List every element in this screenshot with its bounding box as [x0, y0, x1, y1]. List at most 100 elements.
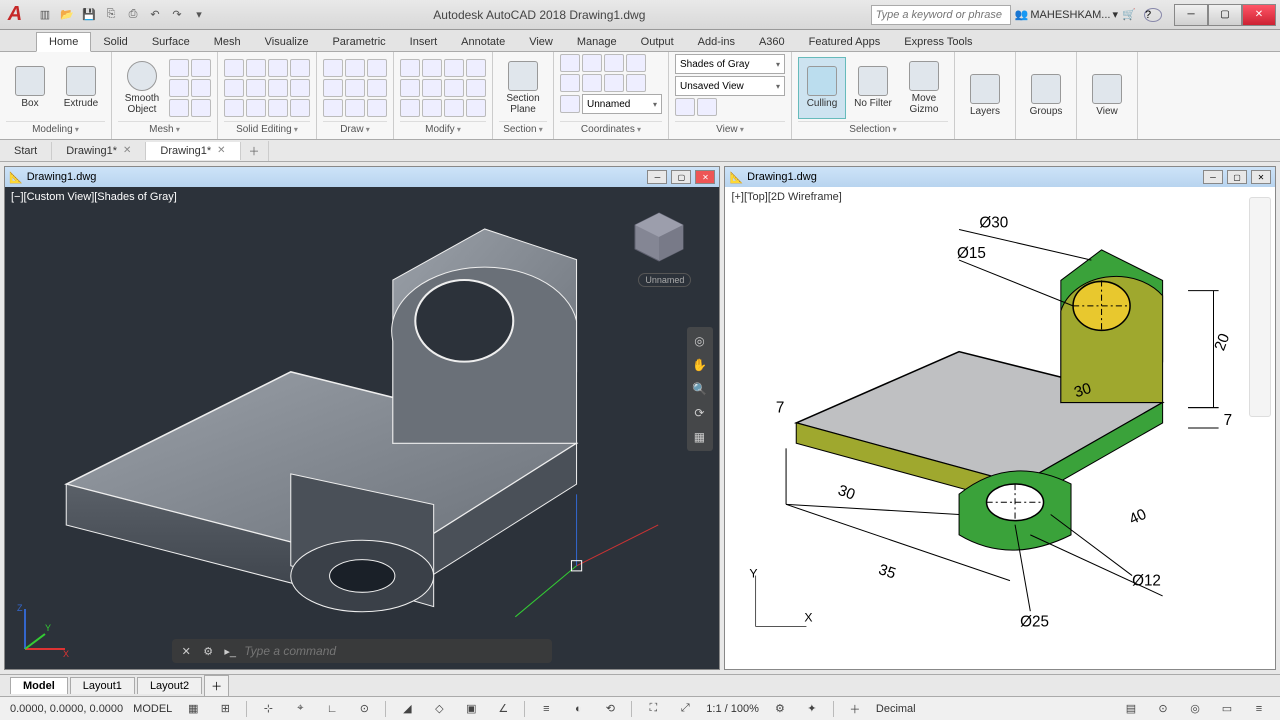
polar-icon[interactable]: ⊙ — [353, 700, 375, 718]
draw-tool-icon[interactable] — [323, 79, 343, 97]
coord-tool-icon[interactable] — [560, 74, 580, 92]
doc-minimize[interactable]: ─ — [1203, 170, 1223, 184]
draw-tool-icon[interactable] — [323, 59, 343, 77]
close-tab-icon[interactable]: ✕ — [217, 145, 225, 156]
draw-tool-icon[interactable] — [345, 59, 365, 77]
3dosnap-icon[interactable]: ▣ — [460, 700, 482, 718]
command-line[interactable]: ✕ ⚙ ▸_ — [172, 639, 552, 663]
otrack-icon[interactable]: ∠ — [492, 700, 514, 718]
app-logo[interactable]: A — [0, 0, 30, 30]
qat-redo-icon[interactable]: ↷ — [168, 6, 186, 24]
move-gizmo-button[interactable]: Move Gizmo — [900, 57, 948, 119]
space-indicator[interactable]: MODEL — [133, 703, 172, 715]
panel-mesh-label[interactable]: Mesh — [118, 121, 211, 137]
panel-view-label[interactable]: View — [675, 121, 785, 137]
solid-tool-icon[interactable] — [290, 79, 310, 97]
mesh-tool-icon[interactable] — [191, 99, 211, 117]
lineweight-icon[interactable]: ≡ — [535, 700, 557, 718]
modify-tool-icon[interactable] — [444, 99, 464, 117]
qat-open-icon[interactable]: 📂 — [58, 6, 76, 24]
viewcube[interactable] — [629, 207, 689, 267]
mesh-tool-icon[interactable] — [191, 59, 211, 77]
draw-tool-icon[interactable] — [345, 99, 365, 117]
view-tool-icon[interactable] — [697, 98, 717, 116]
section-plane-button[interactable]: Section Plane — [499, 57, 547, 119]
qat-undo-icon[interactable]: ↶ — [146, 6, 164, 24]
layout-tab-add[interactable]: ＋ — [204, 675, 229, 696]
tab-addins[interactable]: Add-ins — [686, 33, 747, 51]
modify-tool-icon[interactable] — [444, 59, 464, 77]
tab-express[interactable]: Express Tools — [892, 33, 984, 51]
tab-surface[interactable]: Surface — [140, 33, 202, 51]
modify-tool-icon[interactable] — [422, 59, 442, 77]
close-button[interactable]: ✕ — [1242, 4, 1276, 26]
annotation-icon[interactable]: ⛶ — [642, 700, 664, 718]
coord-tool-icon[interactable] — [560, 95, 580, 113]
solid-tool-icon[interactable] — [268, 79, 288, 97]
draw-tool-icon[interactable] — [367, 99, 387, 117]
search-input[interactable] — [871, 5, 1011, 25]
nav-showmotion-icon[interactable]: ▦ — [689, 427, 709, 447]
draw-tool-icon[interactable] — [367, 59, 387, 77]
mesh-tool-icon[interactable] — [169, 59, 189, 77]
tab-a360[interactable]: A360 — [747, 33, 797, 51]
visual-style-combo[interactable]: Shades of Gray — [675, 54, 785, 74]
coord-tool-icon[interactable] — [582, 74, 602, 92]
command-input[interactable] — [244, 644, 546, 658]
modify-tool-icon[interactable] — [466, 59, 486, 77]
qat-print-icon[interactable]: ⎙ — [124, 6, 142, 24]
solid-tool-icon[interactable] — [290, 59, 310, 77]
transparency-icon[interactable]: ◐ — [567, 700, 589, 718]
extrude-button[interactable]: Extrude — [57, 57, 105, 119]
quickprops-icon[interactable]: ▤ — [1120, 700, 1142, 718]
saved-view-combo[interactable]: Unsaved View — [675, 76, 785, 96]
new-tab-button[interactable]: ＋ — [241, 141, 269, 161]
cleanscreen-icon[interactable]: ▭ — [1216, 700, 1238, 718]
dynamic-input-icon[interactable]: ⌖ — [289, 700, 311, 718]
panel-modify-label[interactable]: Modify — [400, 121, 486, 137]
gear-icon[interactable]: ⚙ — [769, 700, 791, 718]
file-tab-start[interactable]: Start — [0, 142, 52, 160]
viewport-2d[interactable]: [+][Top][2D Wireframe] — [725, 187, 1275, 669]
draw-tool-icon[interactable] — [345, 79, 365, 97]
navigation-bar-light[interactable] — [1249, 197, 1271, 417]
minimize-button[interactable]: ─ — [1174, 4, 1208, 26]
workspace-icon[interactable]: ✦ — [801, 700, 823, 718]
doc-maximize[interactable]: ▢ — [671, 170, 691, 184]
mesh-tool-icon[interactable] — [169, 79, 189, 97]
modify-tool-icon[interactable] — [422, 79, 442, 97]
tab-view[interactable]: View — [517, 33, 565, 51]
panel-coord-label[interactable]: Coordinates — [560, 121, 662, 137]
panel-modeling-label[interactable]: Modeling — [6, 121, 105, 137]
solid-tool-icon[interactable] — [246, 59, 266, 77]
modify-tool-icon[interactable] — [400, 59, 420, 77]
tab-home[interactable]: Home — [36, 32, 91, 52]
smooth-object-button[interactable]: Smooth Object — [118, 57, 166, 119]
cmd-config-icon[interactable]: ⚙ — [200, 643, 216, 659]
hardware-accel-icon[interactable]: ⊙ — [1152, 700, 1174, 718]
modify-tool-icon[interactable] — [466, 99, 486, 117]
coord-tool-icon[interactable] — [604, 54, 624, 72]
ortho-icon[interactable]: ∟ — [321, 700, 343, 718]
mesh-tool-icon[interactable] — [169, 99, 189, 117]
osnap-icon[interactable]: ◇ — [428, 700, 450, 718]
nav-orbit-icon[interactable]: ⟳ — [689, 403, 709, 423]
tab-annotate[interactable]: Annotate — [449, 33, 517, 51]
solid-tool-icon[interactable] — [268, 99, 288, 117]
maximize-button[interactable]: ▢ — [1208, 4, 1242, 26]
solid-tool-icon[interactable] — [246, 79, 266, 97]
file-tab-drawing1b[interactable]: Drawing1*✕ — [146, 142, 240, 160]
infer-icon[interactable]: ⊹ — [257, 700, 279, 718]
solid-tool-icon[interactable] — [246, 99, 266, 117]
file-tab-drawing1a[interactable]: Drawing1*✕ — [52, 142, 146, 160]
viewcube-home[interactable]: Unnamed — [638, 273, 691, 287]
modify-tool-icon[interactable] — [466, 79, 486, 97]
isolate-icon[interactable]: ◎ — [1184, 700, 1206, 718]
coord-tool-icon[interactable] — [560, 54, 580, 72]
scale-readout[interactable]: 1:1 / 100% — [706, 703, 759, 715]
mesh-tool-icon[interactable] — [191, 79, 211, 97]
tab-featured[interactable]: Featured Apps — [797, 33, 893, 51]
layout-tab-layout2[interactable]: Layout2 — [137, 677, 202, 694]
coord-tool-icon[interactable] — [582, 54, 602, 72]
draw-tool-icon[interactable] — [323, 99, 343, 117]
